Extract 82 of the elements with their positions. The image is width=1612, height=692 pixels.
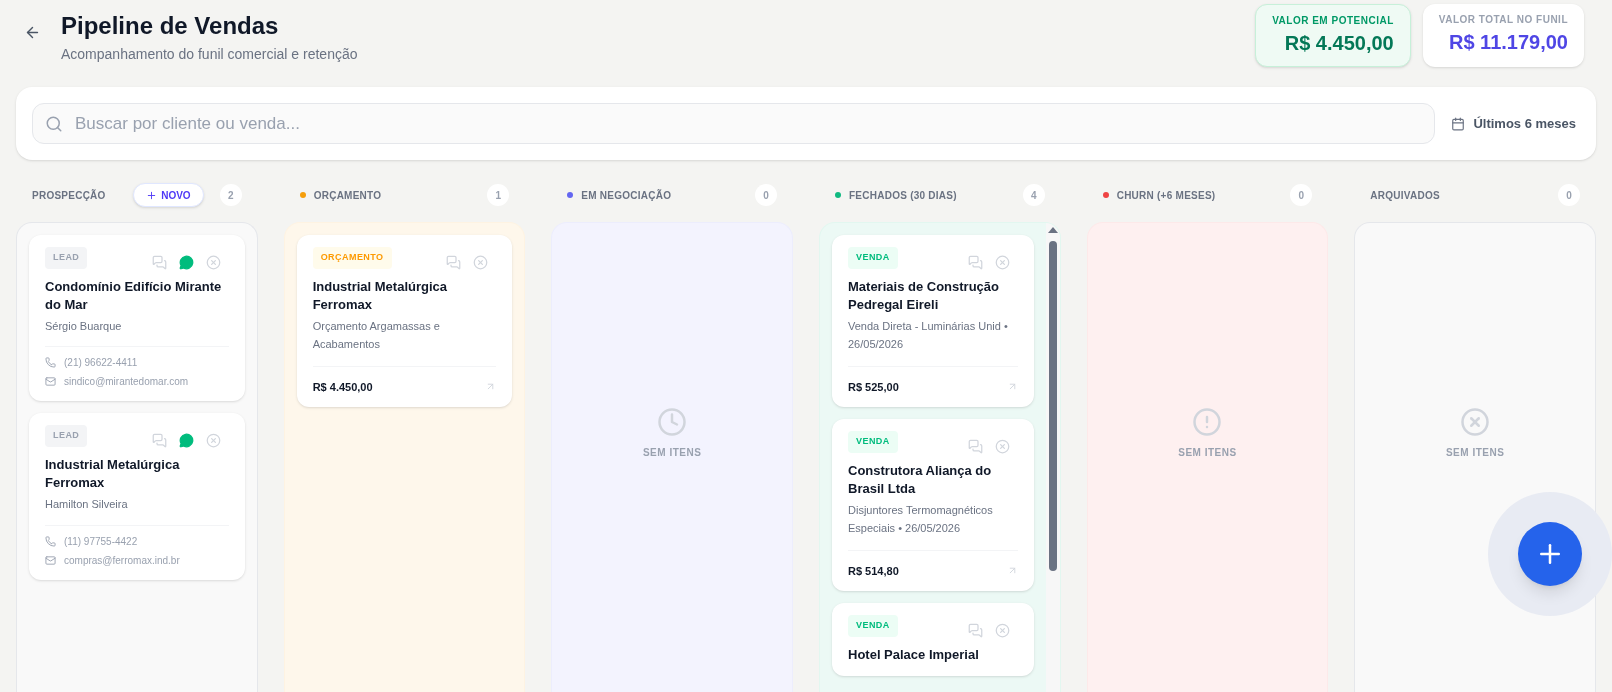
close-icon[interactable] bbox=[994, 255, 1010, 270]
count-badge: 2 bbox=[219, 184, 242, 206]
scrollbar[interactable] bbox=[1045, 223, 1060, 692]
card-title: Industrial Metalúrgica Ferromax bbox=[45, 456, 181, 492]
column-title: PROSPECÇÃO bbox=[32, 188, 106, 203]
deal-description: Orçamento Argamassas e Acabamentos bbox=[312, 318, 441, 352]
search-field[interactable]: Buscar por cliente ou venda... bbox=[32, 103, 1436, 144]
chat-bubble-icon[interactable] bbox=[178, 433, 194, 449]
back-button[interactable] bbox=[24, 24, 41, 41]
chat-icon[interactable] bbox=[151, 433, 167, 449]
contact-name: Sérgio Buarque bbox=[45, 318, 123, 334]
calendar-icon bbox=[1451, 116, 1466, 131]
phone-number: (11) 97755-4422 bbox=[64, 534, 138, 549]
phone-icon bbox=[45, 357, 56, 369]
card-title: Condomínio Edifício Mirante do Mar bbox=[45, 278, 223, 314]
count-badge: 1 bbox=[487, 184, 510, 206]
close-icon[interactable] bbox=[205, 433, 221, 449]
deal-description: Venda Direta - Luminárias Unid • 26/05/2026 bbox=[848, 318, 1009, 352]
empty-state-text: SEM ITENS bbox=[1178, 446, 1237, 460]
card-title: Materiais de Construção Pedregal Eireli bbox=[848, 278, 1000, 314]
stat-label: VALOR EM POTENCIAL bbox=[1272, 14, 1394, 28]
deal-amount: R$ 4.450,00 bbox=[312, 379, 373, 395]
page-subtitle: Acompanhamento do funil comercial e retenção bbox=[61, 45, 358, 64]
stat-value: R$ 11.179,00 bbox=[1449, 30, 1568, 55]
card-tag: VENDA bbox=[848, 615, 898, 637]
chat-icon[interactable] bbox=[446, 255, 462, 270]
phone-number: (21) 96622-4411 bbox=[64, 356, 138, 371]
deal-card[interactable]: ORÇAMENTO Industrial Metalúrgica Ferromax Orçamento Argamassas e Acabamentos R$ 4.450,00 bbox=[296, 235, 513, 407]
chat-icon[interactable] bbox=[967, 623, 983, 638]
close-icon[interactable] bbox=[473, 255, 489, 270]
card-tag: VENDA bbox=[848, 431, 898, 453]
count-badge: 0 bbox=[1558, 184, 1580, 206]
empty-state-text: SEM ITENS bbox=[642, 446, 702, 460]
empty-state-icon bbox=[657, 407, 688, 437]
add-button[interactable] bbox=[1518, 522, 1582, 586]
column-title: CHURN (+6 MESES) bbox=[1116, 188, 1216, 203]
empty-state-icon bbox=[1460, 407, 1491, 437]
deal-card[interactable]: VENDA Materiais de Construção Pedregal Eireli Venda Direta - Luminárias Unid • 26/05/2026 R$ 525,00 bbox=[832, 235, 1034, 407]
stat-label: VALOR TOTAL NO FUNIL bbox=[1438, 13, 1568, 27]
column-title: EM NEGOCIAÇÃO bbox=[581, 188, 672, 203]
phone-icon bbox=[45, 535, 56, 547]
chat-icon[interactable] bbox=[967, 255, 983, 270]
contact-name: Hamilton Silveira bbox=[45, 497, 129, 512]
chat-bubble-icon[interactable] bbox=[178, 255, 194, 270]
search-input[interactable]: Buscar por cliente ou venda... bbox=[75, 110, 1423, 137]
empty-state-icon bbox=[1192, 407, 1223, 437]
plus-icon bbox=[146, 189, 158, 201]
card-tag: LEAD bbox=[45, 425, 88, 447]
deal-description: Disjuntores Termomagnéticos Especiais • 26/05/2026 bbox=[848, 502, 994, 536]
stat-value: R$ 4.450,00 bbox=[1284, 31, 1394, 56]
count-badge: 0 bbox=[755, 184, 777, 206]
card-tag: VENDA bbox=[848, 247, 898, 269]
count-badge: 0 bbox=[1290, 184, 1313, 206]
search-icon bbox=[45, 114, 63, 133]
close-icon[interactable] bbox=[205, 255, 221, 270]
chat-icon[interactable] bbox=[967, 439, 983, 454]
empty-state-text: SEM ITENS bbox=[1445, 446, 1505, 460]
close-icon[interactable] bbox=[994, 623, 1010, 638]
chat-icon[interactable] bbox=[151, 255, 167, 270]
email-address: sindico@mirantedomar.com bbox=[64, 375, 189, 390]
column-title: FECHADOS (30 DIAS) bbox=[849, 188, 957, 203]
close-icon[interactable] bbox=[994, 439, 1010, 454]
column-title: ARQUIVADOS bbox=[1370, 188, 1440, 203]
deal-card[interactable]: VENDA Hotel Palace Imperial bbox=[832, 603, 1034, 676]
card-tag: ORÇAMENTO bbox=[312, 247, 392, 269]
card-title: Construtora Aliança do Brasil Ltda bbox=[848, 462, 993, 498]
page-title: Pipeline de Vendas bbox=[61, 11, 280, 41]
deal-card[interactable]: VENDA Construtora Aliança do Brasil Ltda Disjuntores Termomagnéticos Especiais • 26/05/2026 R$ 514,80 bbox=[832, 419, 1034, 591]
deal-amount: R$ 514,80 bbox=[848, 563, 899, 579]
deal-card[interactable]: LEAD Industrial Metalúrgica Ferromax Hamilton Silveira (11) 97755-4422 compras@ferromax.ind.br bbox=[29, 413, 245, 580]
period-filter[interactable]: Últimos 6 meses bbox=[1451, 113, 1580, 134]
mail-icon bbox=[45, 376, 56, 388]
new-button[interactable]: NOVO bbox=[133, 183, 204, 207]
deal-card[interactable]: LEAD Condomínio Edifício Mirante do Mar Sérgio Buarque (21) 96622-4411 sindico@mirantedomar.com bbox=[29, 235, 245, 402]
card-title: Hotel Palace Imperial bbox=[848, 646, 980, 664]
email-address: compras@ferromax.ind.br bbox=[64, 553, 180, 568]
card-tag: LEAD bbox=[45, 247, 88, 269]
count-badge: 4 bbox=[1022, 184, 1045, 206]
column-title: ORÇAMENTO bbox=[313, 188, 382, 203]
card-title: Industrial Metalúrgica Ferromax bbox=[312, 278, 449, 314]
deal-amount: R$ 525,00 bbox=[848, 379, 899, 395]
mail-icon bbox=[45, 554, 56, 566]
